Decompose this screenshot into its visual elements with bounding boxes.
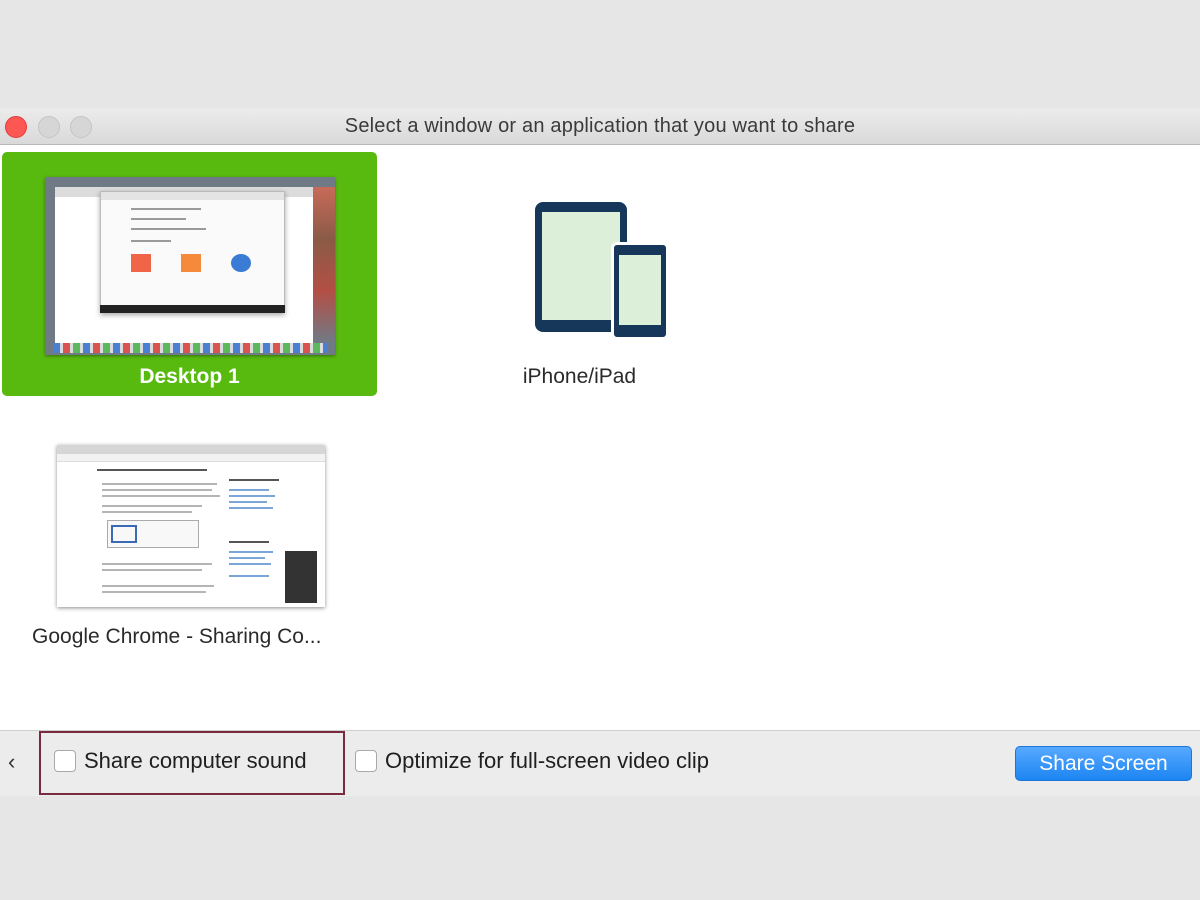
share-computer-sound-label: Share computer sound: [84, 748, 307, 773]
share-computer-sound-checkbox[interactable]: [54, 750, 76, 772]
optimize-video-option[interactable]: Optimize for full-screen video clip: [355, 748, 709, 774]
iphone-icon: [611, 242, 669, 340]
chevron-left-icon[interactable]: ‹: [8, 749, 15, 775]
tile-iphone-ipad[interactable]: iPhone/iPad: [392, 152, 767, 396]
chrome-thumbnail: [57, 445, 325, 607]
meeting-dialog-preview: [100, 191, 285, 313]
optimize-video-label: Optimize for full-screen video clip: [385, 748, 710, 773]
title-bar: Select a window or an application that y…: [0, 108, 1200, 145]
optimize-video-checkbox[interactable]: [355, 750, 377, 772]
dock-preview: [53, 343, 327, 353]
tile-google-chrome[interactable]: Google Chrome - Sharing Co...: [2, 445, 377, 660]
bottom-toolbar: ‹ Share computer sound Optimize for full…: [0, 730, 1200, 796]
share-computer-sound-option[interactable]: Share computer sound: [54, 748, 307, 774]
window-title: Select a window or an application that y…: [344, 115, 856, 137]
share-screen-window: Select a window or an application that y…: [0, 108, 1200, 796]
share-options-grid: Desktop 1 iPhone/iPad Google Chrome - Sh…: [0, 145, 1200, 730]
share-screen-button[interactable]: Share Screen: [1015, 746, 1192, 781]
tile-label-iphone-ipad: iPhone/iPad: [522, 365, 637, 388]
tile-desktop-1[interactable]: Desktop 1: [2, 152, 377, 396]
tile-label-desktop-1: Desktop 1: [139, 365, 240, 388]
tile-label-google-chrome: Google Chrome - Sharing Co...: [32, 625, 322, 648]
desktop-thumbnail: [45, 177, 335, 355]
